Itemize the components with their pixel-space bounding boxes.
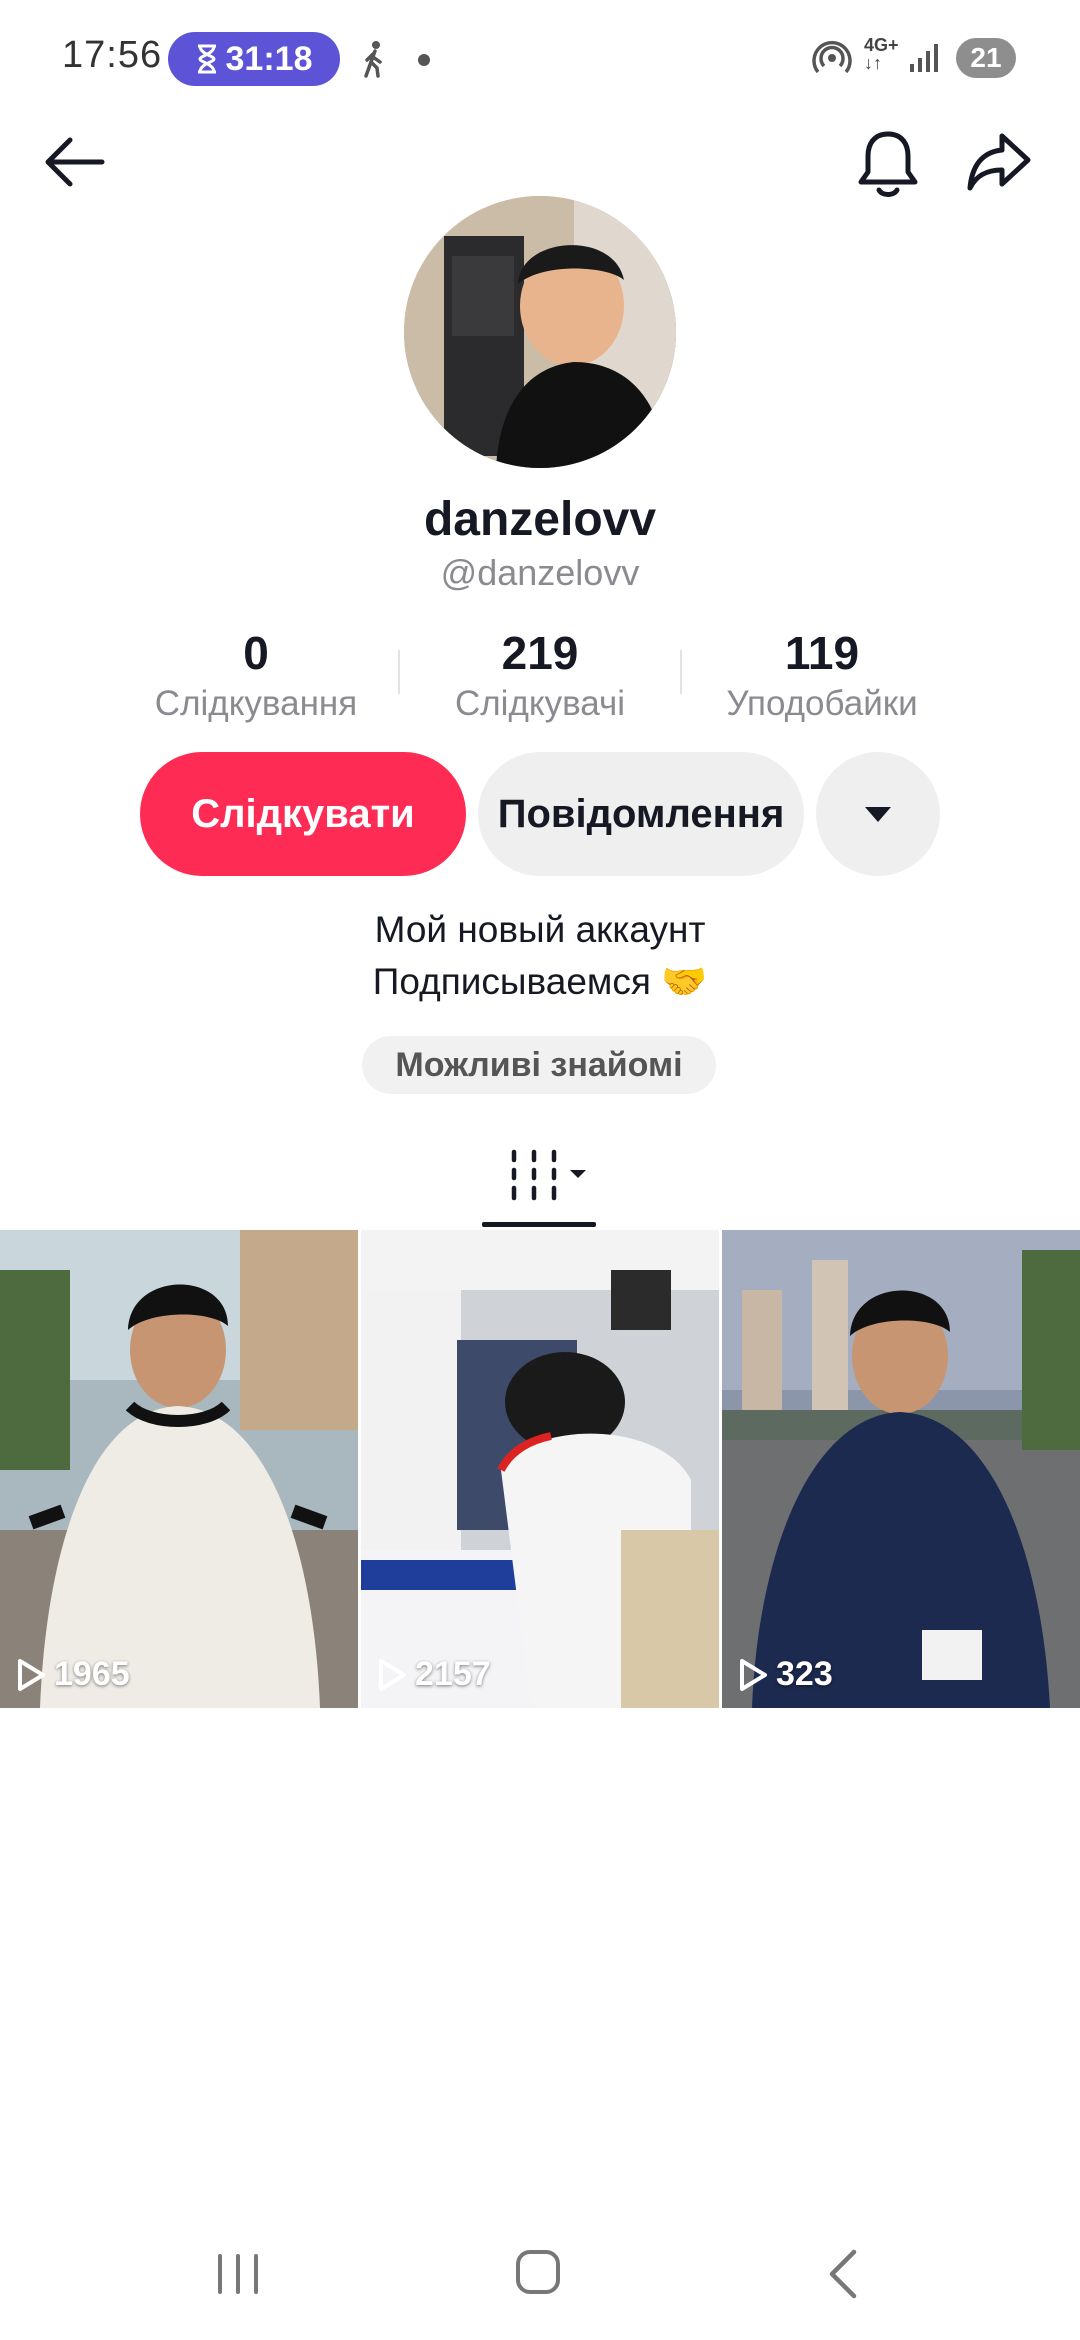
view-count: 323 xyxy=(738,1655,833,1694)
stat-value: 119 xyxy=(784,627,860,679)
stat-likes[interactable]: 119 Уподобайки xyxy=(672,626,972,724)
bio-line: Подписываемся 🤝 xyxy=(372,961,708,1002)
stat-followers[interactable]: 219 Слідкувачі xyxy=(390,626,690,724)
video-thumbnail[interactable]: 323 xyxy=(722,1230,1080,1708)
battery-indicator: 21 xyxy=(956,38,1016,78)
bio-line: Мой новый аккаунт xyxy=(374,909,706,950)
username-handle: @danzelovv xyxy=(440,552,640,593)
play-icon xyxy=(18,1658,45,1691)
screen-time-timer[interactable]: 31:18 xyxy=(168,32,340,86)
stat-following[interactable]: 0 Слідкування xyxy=(106,626,406,724)
videos-grid-tab-icon[interactable] xyxy=(508,1148,592,1206)
nav-back-icon[interactable] xyxy=(824,2248,860,2300)
message-button[interactable]: Повідомлення xyxy=(478,752,804,876)
stat-label: Слідкувачі xyxy=(454,684,625,723)
hourglass-icon xyxy=(197,44,216,74)
network-type: 4G+ ↓↑ xyxy=(864,35,899,73)
notification-dot-icon xyxy=(418,54,430,66)
stat-label: Слідкування xyxy=(154,684,358,723)
home-icon[interactable] xyxy=(516,2250,560,2294)
back-arrow-icon[interactable] xyxy=(40,132,106,192)
play-icon xyxy=(740,1658,767,1691)
play-icon xyxy=(379,1658,406,1691)
caret-down-icon xyxy=(865,807,891,822)
suggested-accounts-button[interactable] xyxy=(816,752,940,876)
tab-active-indicator xyxy=(482,1222,596,1227)
signal-icon xyxy=(910,44,938,72)
stat-value: 219 xyxy=(501,627,579,679)
hotspot-icon xyxy=(812,41,852,74)
follow-button[interactable]: Слідкувати xyxy=(140,752,466,876)
status-time: 17:56 xyxy=(62,34,163,76)
bell-icon[interactable] xyxy=(856,128,920,200)
display-name: danzelovv xyxy=(423,493,657,546)
profile-avatar[interactable] xyxy=(404,196,676,468)
view-count: 2157 xyxy=(377,1655,491,1694)
view-count: 1965 xyxy=(16,1655,130,1694)
video-thumbnail[interactable]: 1965 xyxy=(0,1230,358,1708)
share-icon[interactable] xyxy=(964,130,1034,196)
recent-apps-icon[interactable] xyxy=(214,2252,262,2296)
stat-value: 0 xyxy=(243,627,269,679)
walking-icon xyxy=(364,41,382,78)
video-thumbnail[interactable]: 2157 xyxy=(361,1230,719,1708)
timer-text: 31:18 xyxy=(225,39,313,78)
stat-label: Уподобайки xyxy=(726,684,918,723)
people-you-may-know-chip[interactable]: Можливі знайомі xyxy=(362,1036,716,1094)
